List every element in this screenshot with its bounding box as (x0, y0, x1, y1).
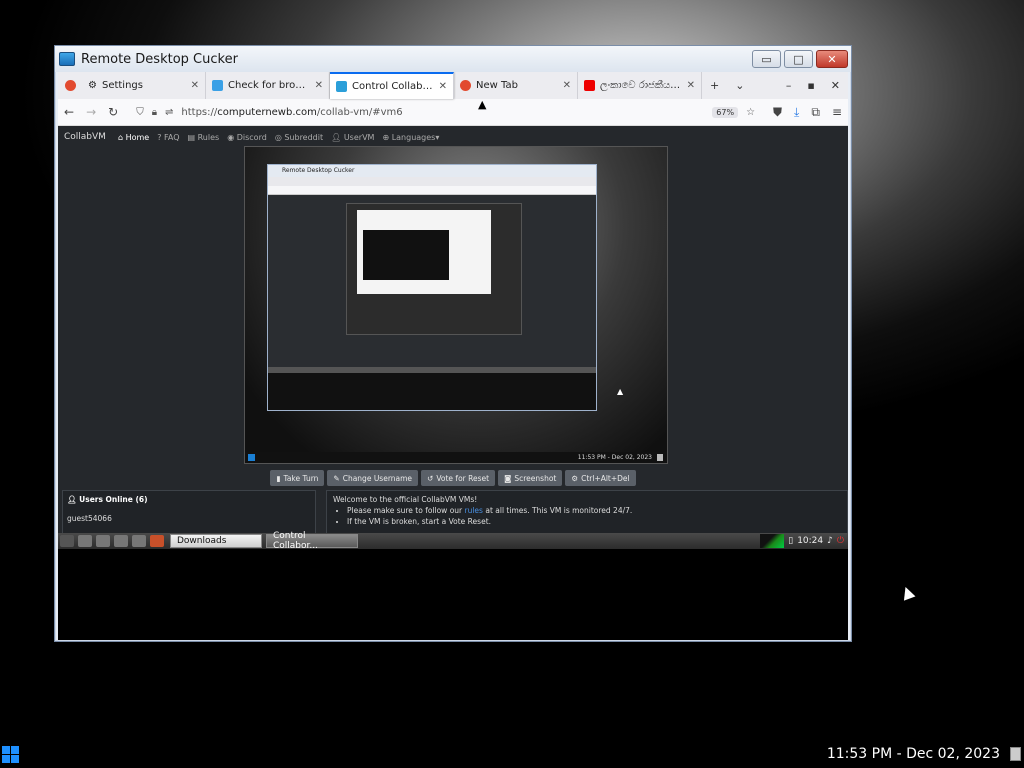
nested-remote-window: Remote Desktop Cucker (267, 164, 597, 411)
collabvm-brand[interactable]: CollabVM (64, 132, 106, 142)
window-title: Remote Desktop Cucker (81, 51, 238, 67)
tray-icon[interactable]: ▯ (788, 536, 793, 546)
nav-faq[interactable]: ? FAQ (157, 133, 179, 142)
remote-client-area[interactable]: ⚙ Settings ✕ Check for browser up ✕ Cont… (58, 72, 848, 640)
nav-subreddit[interactable]: ◎ Subreddit (275, 133, 323, 142)
close-button[interactable]: ✕ (816, 50, 848, 68)
monitor-icon (336, 81, 347, 92)
maximize-button[interactable]: □ (784, 50, 813, 68)
host-taskbar: 11:53 PM - Dec 02, 2023 (0, 740, 1024, 768)
chat-welcome: Welcome to the official CollabVM VMs! (333, 495, 478, 504)
show-desktop-icon[interactable] (1010, 747, 1021, 761)
nested-collabvm-page (268, 195, 596, 367)
nav-languages[interactable]: ⊕ Languages▾ (382, 133, 439, 142)
tab-close-icon[interactable]: ✕ (191, 80, 199, 91)
cursor-icon: ▲ (617, 387, 624, 396)
tab-collabvm[interactable]: Control Collaborative ✕ (330, 72, 454, 99)
change-username-button[interactable]: ✎ Change Username (327, 470, 419, 486)
tab-list-button[interactable]: ⌄ (727, 72, 752, 99)
cursor-icon: ▲ (898, 580, 917, 603)
cpu-graph (760, 534, 785, 548)
site-icon (212, 80, 223, 91)
taskbar-app-downloads[interactable]: Downloads (170, 534, 262, 548)
vm-clock: 11:53 PM - Dec 02, 2023 (577, 454, 652, 461)
collabvm-navbar: CollabVM ⌂ Home ? FAQ ▤ Rules ◉ Discord … (58, 126, 848, 148)
browser-icon[interactable] (114, 535, 128, 547)
browser-maximize-button[interactable]: ▪ (799, 72, 822, 99)
zoom-badge[interactable]: 67% (712, 106, 739, 118)
rules-link[interactable]: rules (465, 506, 483, 515)
tab-close-icon[interactable]: ✕ (315, 80, 323, 91)
cursor-icon: ▲ (478, 98, 487, 111)
firefox-icon[interactable] (150, 535, 164, 547)
reload-button[interactable]: ↻ (108, 105, 118, 119)
remote-desktop-window: Remote Desktop Cucker ▭ □ ✕ ⚙ Settings ✕… (54, 45, 852, 642)
taskbar-clock: 11:53 PM - Dec 02, 2023 (826, 746, 1000, 762)
linux-menu-icon[interactable] (60, 535, 74, 547)
user-list-item[interactable]: guest54066 (67, 514, 311, 523)
files-icon[interactable] (96, 535, 110, 547)
tab-youtube[interactable]: ලංකාවෙ රාජකීය ජාතිය ✕ (578, 72, 702, 99)
gear-icon: ⚙ (88, 80, 97, 91)
tab-new-tab[interactable]: New Tab ✕ (454, 72, 578, 99)
browser-tabbar: ⚙ Settings ✕ Check for browser up ✕ Cont… (58, 72, 848, 99)
vm-start-icon (248, 454, 255, 461)
vm-display[interactable]: Remote Desktop Cucker ▲ 11:53 PM - Dec 0… (244, 146, 668, 464)
take-turn-button[interactable]: ▮ Take Turn (270, 470, 325, 486)
browser-close-button[interactable]: ✕ (823, 72, 848, 99)
youtube-icon (584, 80, 595, 91)
nav-discord[interactable]: ◉ Discord (227, 133, 267, 142)
bookmark-star-icon[interactable]: ☆ (746, 107, 755, 118)
tab-close-icon[interactable]: ✕ (439, 81, 447, 92)
screenshot-button[interactable]: ◙ Screenshot (498, 470, 563, 486)
shield-icon: ⛉ (136, 106, 144, 118)
collabvm-page: CollabVM ⌂ Home ? FAQ ▤ Rules ◉ Discord … (58, 126, 848, 534)
volume-icon[interactable]: ♪ (827, 536, 833, 546)
menu-icon[interactable]: ≡ (832, 105, 842, 119)
tab-close-icon[interactable]: ✕ (563, 80, 571, 91)
window-icon[interactable] (132, 535, 146, 547)
extensions-icon[interactable]: ⧉ (811, 105, 820, 120)
terminal-icon[interactable] (78, 535, 92, 547)
nav-home[interactable]: ⌂ Home (118, 133, 149, 142)
new-tab-button[interactable]: + (702, 72, 727, 99)
vote-reset-button[interactable]: ↺ Vote for Reset (421, 470, 496, 486)
linux-clock: 10:24 (797, 536, 824, 546)
firefox-icon[interactable] (64, 80, 76, 91)
browser-minimize-button[interactable]: – (778, 72, 800, 99)
browser-navbar: ← → ↻ ⛉ 🔒︎ ⇌ https://computernewb.com/co… (58, 99, 848, 126)
url-bar[interactable]: ⛉ 🔒︎ ⇌ https://computernewb.com/collab-v… (130, 102, 761, 123)
monitor-icon (59, 52, 75, 66)
power-icon[interactable]: ⏻ (837, 536, 844, 546)
chat-line: If the VM is broken, start a Vote Reset. (347, 517, 841, 526)
ctrl-alt-del-button[interactable]: ⚙ Ctrl+Alt+Del (565, 470, 636, 486)
nested-window-title: Remote Desktop Cucker (268, 165, 596, 177)
vm-tray-icon (657, 454, 663, 461)
back-button[interactable]: ← (64, 105, 74, 119)
window-titlebar[interactable]: Remote Desktop Cucker ▭ □ ✕ (55, 46, 851, 72)
start-button[interactable] (2, 745, 19, 763)
nav-uservm[interactable]: 👤︎ UserVM (331, 133, 374, 142)
firefox-icon (460, 80, 471, 91)
taskbar-app-collabvm[interactable]: Control Collabor... (266, 531, 358, 551)
nav-rules[interactable]: ▤ Rules (188, 133, 220, 142)
tab-close-icon[interactable]: ✕ (687, 80, 695, 91)
forward-button[interactable]: → (86, 105, 96, 119)
pocket-icon[interactable]: ⛊ (773, 105, 782, 120)
chat-panel: Welcome to the official CollabVM VMs! Pl… (326, 490, 848, 534)
url-text: https://computernewb.com/collab-vm/#vm6 (181, 106, 403, 118)
chat-line: Please make sure to follow our rules at … (347, 506, 841, 515)
vm-taskbar: 11:53 PM - Dec 02, 2023 (245, 452, 667, 463)
vm-button-row: ▮ Take Turn ✎ Change Username ↺ Vote for… (58, 470, 848, 486)
users-online-header: 👤︎ Users Online (6) (67, 495, 148, 504)
tab-browser-update[interactable]: Check for browser up ✕ (206, 72, 330, 99)
download-icon[interactable]: ⤓ (794, 105, 799, 120)
remote-linux-taskbar: Downloads Control Collabor... ▯ 10:24 ♪ … (58, 531, 848, 551)
nested-vm-display (346, 203, 522, 335)
lock-icon: 🔒︎ (151, 106, 158, 118)
users-online-panel: 👤︎ Users Online (6) guest54066 (62, 490, 316, 534)
minimize-button[interactable]: ▭ (752, 50, 781, 68)
connection-icon: ⇌ (165, 106, 174, 118)
tab-settings[interactable]: ⚙ Settings ✕ (82, 72, 206, 99)
